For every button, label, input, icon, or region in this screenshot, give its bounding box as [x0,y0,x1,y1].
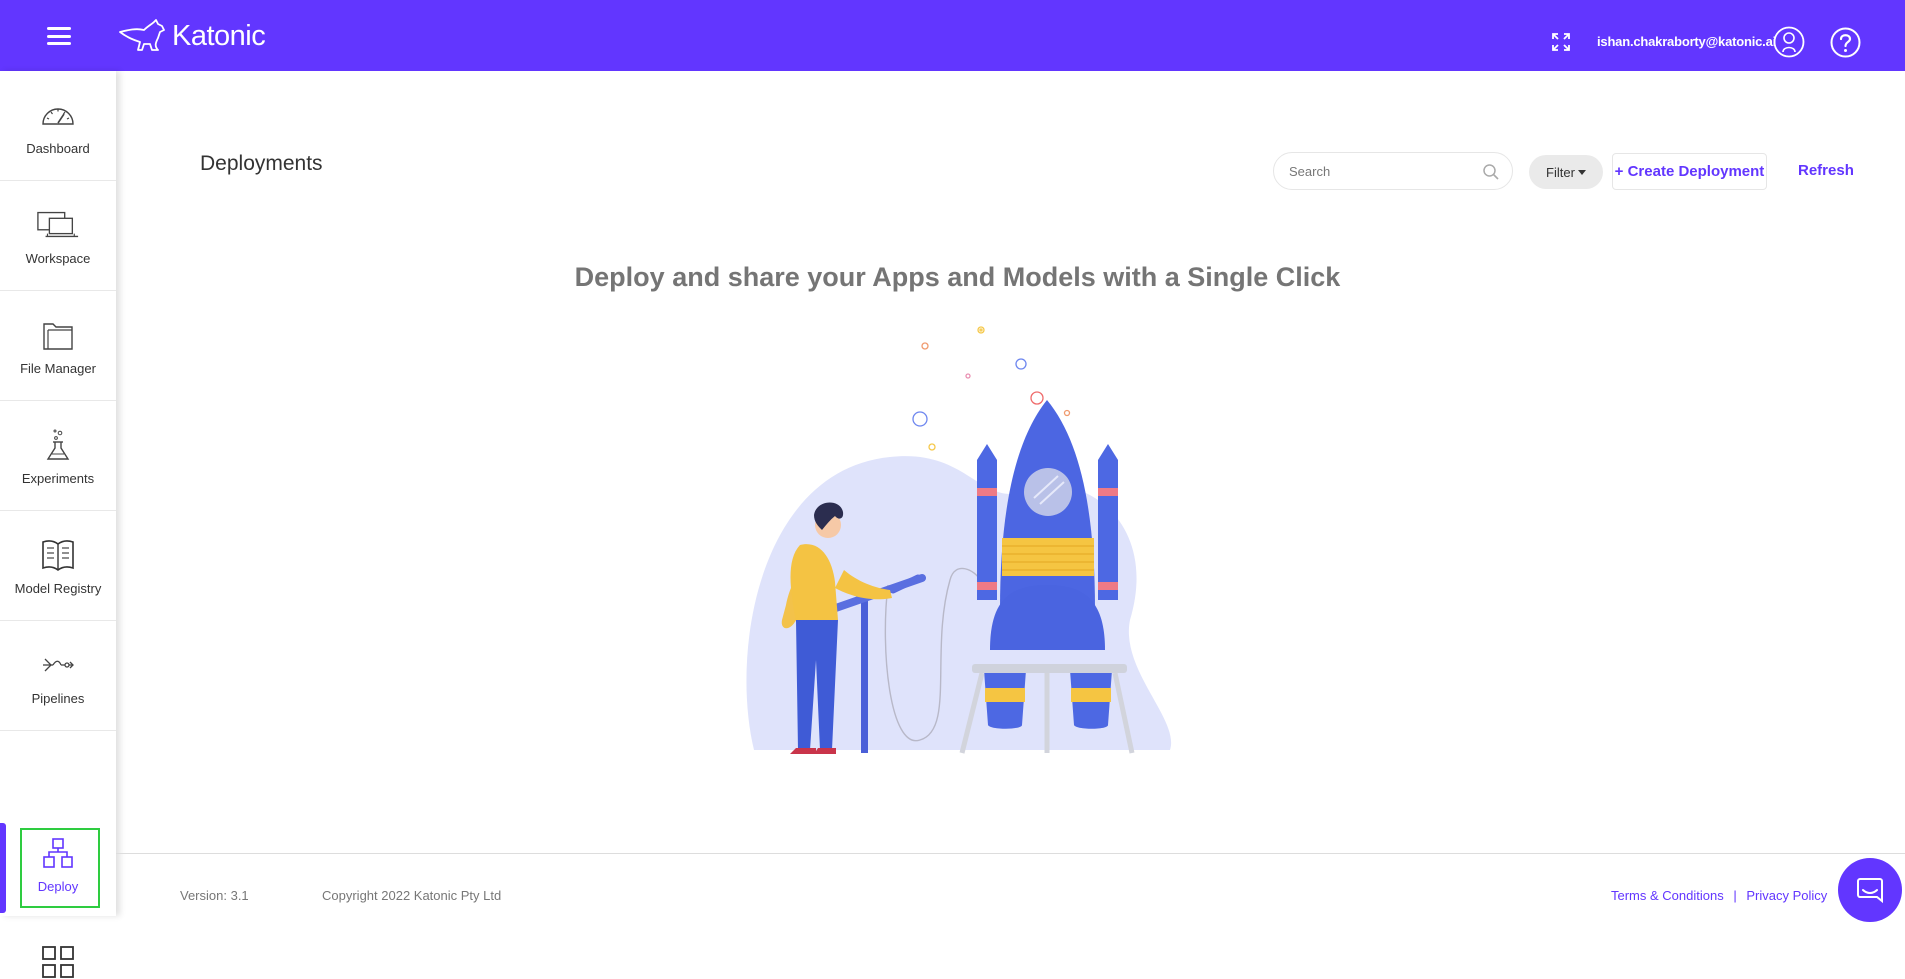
terms-link[interactable]: Terms & Conditions [1611,888,1724,903]
chat-launcher-button[interactable] [1838,858,1902,922]
kangaroo-logo-icon [119,19,165,51]
brand-logo[interactable]: Katonic [118,18,266,54]
refresh-button[interactable]: Refresh [1798,162,1854,179]
create-deployment-label: + Create Deployment [1614,163,1765,180]
sidebar-item-more[interactable] [0,871,116,978]
sidebar-item-workspace[interactable]: Workspace [0,181,116,291]
flask-icon [36,425,80,465]
search-box [1273,152,1513,190]
copyright-text: Copyright 2022 Katonic Pty Ltd [322,888,502,903]
create-deployment-button[interactable]: + Create Deployment [1612,153,1767,190]
sidebar-item-label: File Manager [20,361,96,376]
sidebar-item-experiments[interactable]: Experiments [0,401,116,511]
brand-name: Katonic [172,19,266,52]
folder-icon [36,315,80,355]
network-icon [36,833,80,873]
page-title: Deployments [200,152,323,175]
gauge-icon [36,95,80,135]
sidebar-item-label: Experiments [21,471,95,486]
sidebar: Dashboard Workspace File Manager Experim… [0,71,116,978]
fullscreen-icon[interactable] [1551,32,1571,52]
filter-button[interactable]: Filter [1529,155,1603,189]
top-bar: Katonic ishan.chakraborty@katonic.ai [0,0,1905,71]
user-icon[interactable] [1773,26,1805,58]
sidebar-item-label: Dashboard [26,141,90,156]
chat-icon [1857,878,1883,904]
sidebar-item-pipelines[interactable]: Pipelines [0,621,116,731]
filter-label: Filter [1546,164,1575,180]
sidebar-item-file-manager[interactable]: File Manager [0,291,116,401]
caret-down-icon [1577,169,1586,175]
privacy-link[interactable]: Privacy Policy [1746,888,1827,903]
sidebar-item-label: Pipelines [31,691,85,706]
book-icon [36,535,80,575]
sidebar-item-model-registry[interactable]: Model Registry [0,511,116,621]
grid-icon [36,945,80,979]
sidebar-item-label: Workspace [25,251,91,266]
help-icon[interactable] [1830,27,1861,58]
footer-separator: | [1733,888,1737,903]
footer-divider [116,853,1905,854]
search-input[interactable] [1289,163,1469,179]
menu-icon[interactable] [47,27,71,45]
sidebar-item-dashboard[interactable]: Dashboard [0,71,116,181]
user-email[interactable]: ishan.chakraborty@katonic.ai [1597,34,1776,49]
search-icon[interactable] [1482,163,1500,181]
sidebar-item-label: Model Registry [14,581,102,596]
devices-icon [36,205,80,245]
rocket-launch-illustration [746,326,1172,754]
pipeline-icon [36,645,80,685]
empty-state-headline: Deploy and share your Apps and Models wi… [574,262,1341,292]
version-text: Version: 3.1 [180,888,249,903]
footer-links: Terms & Conditions | Privacy Policy [1611,888,1827,903]
